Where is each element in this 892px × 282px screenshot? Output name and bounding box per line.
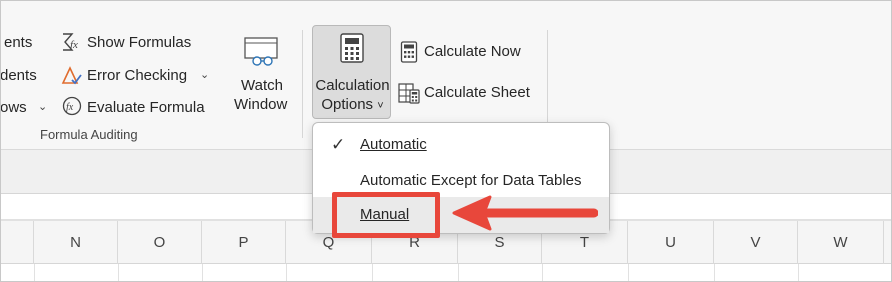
window-frame bbox=[0, 0, 892, 282]
